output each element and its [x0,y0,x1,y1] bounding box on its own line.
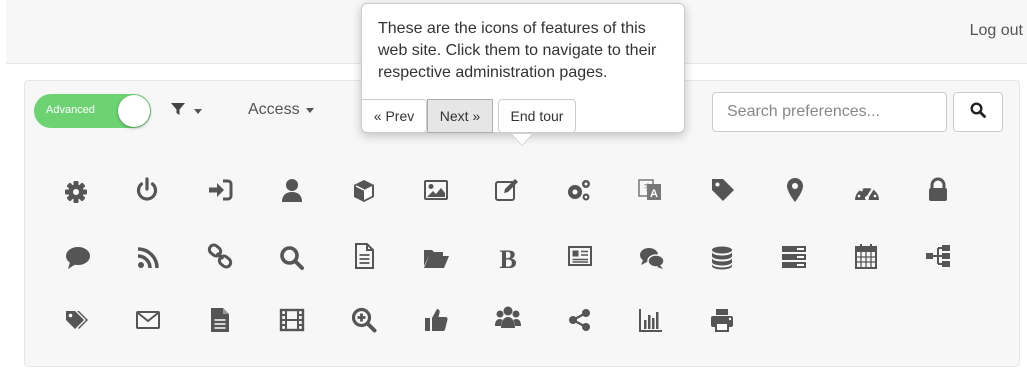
search-button[interactable] [953,92,1003,132]
sign-in-icon[interactable] [200,170,240,210]
tour-next-button[interactable]: Next » [427,99,493,133]
svg-text:B: B [499,245,516,272]
user-icon[interactable] [272,170,312,210]
map-marker-icon[interactable] [775,170,815,210]
print-icon[interactable] [702,300,742,340]
sitemap-icon[interactable] [918,236,958,276]
search-icon [970,101,986,123]
server-icon[interactable] [774,236,814,276]
access-dropdown[interactable]: Access [248,101,314,119]
chevron-down-icon [305,107,314,113]
power-icon[interactable] [127,170,167,210]
chevron-down-icon [194,108,202,114]
filter-icon [170,101,186,122]
bar-chart-icon[interactable] [631,300,671,340]
rss-icon[interactable] [128,238,168,278]
translate-icon[interactable]: A字 [630,170,670,210]
thumbs-up-icon[interactable] [416,300,456,340]
zoom-in-icon[interactable] [344,300,384,340]
tour-prev-button[interactable]: « Prev [361,99,427,133]
logout-link[interactable]: Log out [970,22,1023,40]
end-tour-button[interactable]: End tour [498,99,576,133]
access-dropdown-label: Access [248,101,300,118]
search-preferences-input[interactable] [712,92,947,132]
tour-text: These are the icons of features of this … [378,20,657,81]
users-icon[interactable] [488,298,528,338]
dashboard-icon[interactable] [847,172,887,212]
newspaper-icon[interactable] [560,236,600,276]
cogs-icon[interactable] [559,170,599,210]
image-icon[interactable] [416,170,456,210]
link-icon[interactable] [200,236,240,276]
file-icon[interactable] [200,300,240,340]
tour-popover: These are the icons of features of this … [361,3,685,146]
lock-icon[interactable] [918,170,958,210]
edit-icon[interactable] [487,170,527,210]
calendar-icon[interactable] [846,236,886,276]
tags-icon[interactable] [58,300,98,340]
toggle-knob[interactable] [118,95,150,127]
bold-icon[interactable]: B [488,238,528,278]
gear-icon[interactable] [56,172,96,212]
search-icon[interactable] [272,238,312,278]
advanced-toggle[interactable]: Advanced [34,94,151,128]
cube-icon[interactable] [344,171,384,211]
svg-text:字: 字 [644,182,652,192]
share-icon[interactable] [560,300,600,340]
popover-arrow [512,134,532,145]
envelope-icon[interactable] [128,300,168,340]
film-icon[interactable] [272,300,312,340]
comment-icon[interactable] [58,238,98,278]
advanced-toggle-label: Advanced [46,104,95,116]
folder-open-icon[interactable] [416,238,456,278]
comments-icon[interactable] [632,238,672,278]
database-icon[interactable] [702,238,742,278]
filter-dropdown-button[interactable] [170,98,202,124]
file-text-icon[interactable] [344,236,384,276]
tag-icon[interactable] [703,170,743,210]
